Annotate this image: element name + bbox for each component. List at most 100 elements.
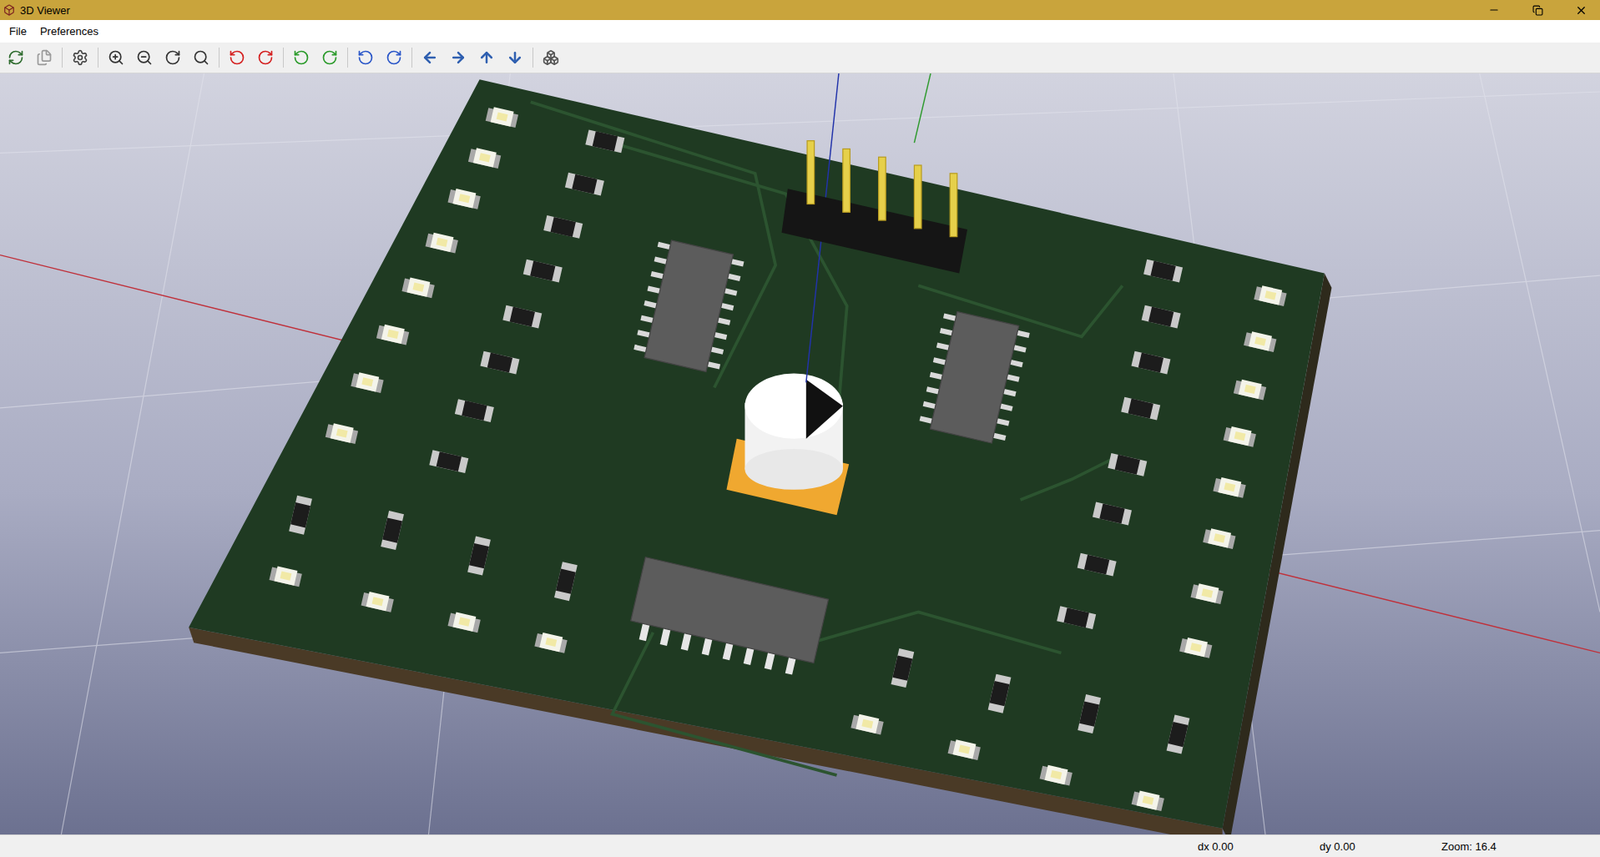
resistor xyxy=(1120,397,1161,421)
3d-canvas[interactable] xyxy=(0,73,1600,835)
zoom-in-icon xyxy=(107,49,125,66)
toolbar xyxy=(0,42,1600,74)
arrow-down-icon xyxy=(506,49,524,66)
zoom-out-button[interactable] xyxy=(133,46,156,69)
zoom-fit-icon xyxy=(192,49,210,66)
move-right-button[interactable] xyxy=(447,46,470,69)
resistor xyxy=(1077,553,1117,577)
led xyxy=(350,371,384,394)
arrow-up-icon xyxy=(478,49,495,66)
status-bar: dx 0.00dy 0.00Zoom: 16.4 xyxy=(0,834,1600,857)
rotate-x-cw-button[interactable] xyxy=(254,46,277,69)
led xyxy=(1233,378,1267,400)
pcb-render xyxy=(0,73,1600,835)
separator xyxy=(347,47,349,68)
traces xyxy=(530,101,1123,776)
resistor xyxy=(502,305,542,329)
separator xyxy=(411,47,413,68)
redraw-icon xyxy=(164,49,182,66)
led xyxy=(1243,330,1277,353)
grid xyxy=(0,73,1600,835)
move-down-button[interactable] xyxy=(504,46,526,69)
led xyxy=(1202,527,1237,550)
app-cube-icon xyxy=(3,4,16,16)
resistor xyxy=(467,536,491,576)
rotate-y-cw-button[interactable] xyxy=(318,46,341,69)
led xyxy=(269,565,303,587)
led xyxy=(948,738,982,761)
close-button[interactable] xyxy=(1561,0,1600,21)
resistor xyxy=(429,449,469,474)
resistor xyxy=(585,129,625,153)
led xyxy=(1179,636,1213,659)
restore-button[interactable] xyxy=(1518,0,1557,21)
led xyxy=(325,422,359,445)
led xyxy=(425,231,460,253)
led xyxy=(850,712,884,735)
resistor xyxy=(554,561,578,601)
led xyxy=(1212,476,1247,499)
led xyxy=(468,146,502,169)
menu-item[interactable]: File xyxy=(3,21,33,41)
rotate-y-ccw-button[interactable] xyxy=(290,46,313,69)
rotate-z-cw-button[interactable] xyxy=(383,46,405,69)
led xyxy=(1253,284,1288,307)
separator xyxy=(282,47,284,68)
led xyxy=(447,610,481,633)
separator xyxy=(218,47,220,68)
resistor xyxy=(1130,351,1171,375)
shift-register-chip xyxy=(626,557,828,680)
led xyxy=(1131,789,1166,812)
move-up-button[interactable] xyxy=(475,46,498,69)
arrow-left-icon xyxy=(421,49,439,66)
rotate-z-ccw-button[interactable] xyxy=(354,46,377,69)
arrow-right-icon xyxy=(449,49,467,66)
capacitor xyxy=(726,373,849,515)
led xyxy=(1039,763,1074,786)
move-left-button[interactable] xyxy=(418,46,441,69)
restore-icon xyxy=(1532,5,1544,16)
resistor xyxy=(891,648,915,688)
reload-icon xyxy=(7,49,25,66)
led xyxy=(361,590,395,613)
gear-icon xyxy=(71,49,89,66)
menu-item[interactable]: Preferences xyxy=(34,21,105,41)
shift-register-chip xyxy=(632,237,746,375)
resistor xyxy=(1077,694,1101,734)
viewer-window: 3D Viewer FilePreferences dx 0.00dy 0.00Zo… xyxy=(0,0,1600,857)
redraw-button[interactable] xyxy=(161,46,184,69)
resistor xyxy=(454,398,495,423)
window-title: 3D Viewer xyxy=(20,4,1470,17)
minimize-button[interactable] xyxy=(1474,0,1514,21)
minimize-icon xyxy=(1488,4,1500,16)
resistor xyxy=(1166,715,1191,755)
resistor xyxy=(1092,502,1132,526)
y-axis xyxy=(913,73,931,143)
led xyxy=(485,105,520,128)
copy-button[interactable] xyxy=(33,46,56,69)
pin-header xyxy=(781,141,968,274)
rotate-x-icon xyxy=(228,49,246,66)
resistor xyxy=(380,510,404,551)
rotate-x-ccw-button[interactable] xyxy=(226,46,248,69)
zoom-in-button[interactable] xyxy=(105,46,127,69)
separator xyxy=(61,47,63,68)
zoom-fit-button[interactable] xyxy=(190,46,212,69)
led xyxy=(534,631,568,654)
settings-button[interactable] xyxy=(69,46,91,69)
resistor xyxy=(1056,605,1096,630)
rotate-x-icon xyxy=(257,49,274,66)
rotate-z-icon xyxy=(357,49,374,66)
resistor xyxy=(565,172,605,197)
reload-button[interactable] xyxy=(5,46,27,69)
shift-register-chip xyxy=(918,308,1031,446)
led xyxy=(447,187,481,210)
rotate-z-icon xyxy=(385,49,403,66)
rotate-y-icon xyxy=(292,49,310,66)
close-icon xyxy=(1574,4,1588,17)
resistor xyxy=(288,495,313,536)
ortho-button[interactable] xyxy=(540,46,562,69)
separator xyxy=(532,47,534,68)
status-dx: dx 0.00 xyxy=(1192,840,1315,853)
status-dy: dy 0.00 xyxy=(1314,840,1437,853)
